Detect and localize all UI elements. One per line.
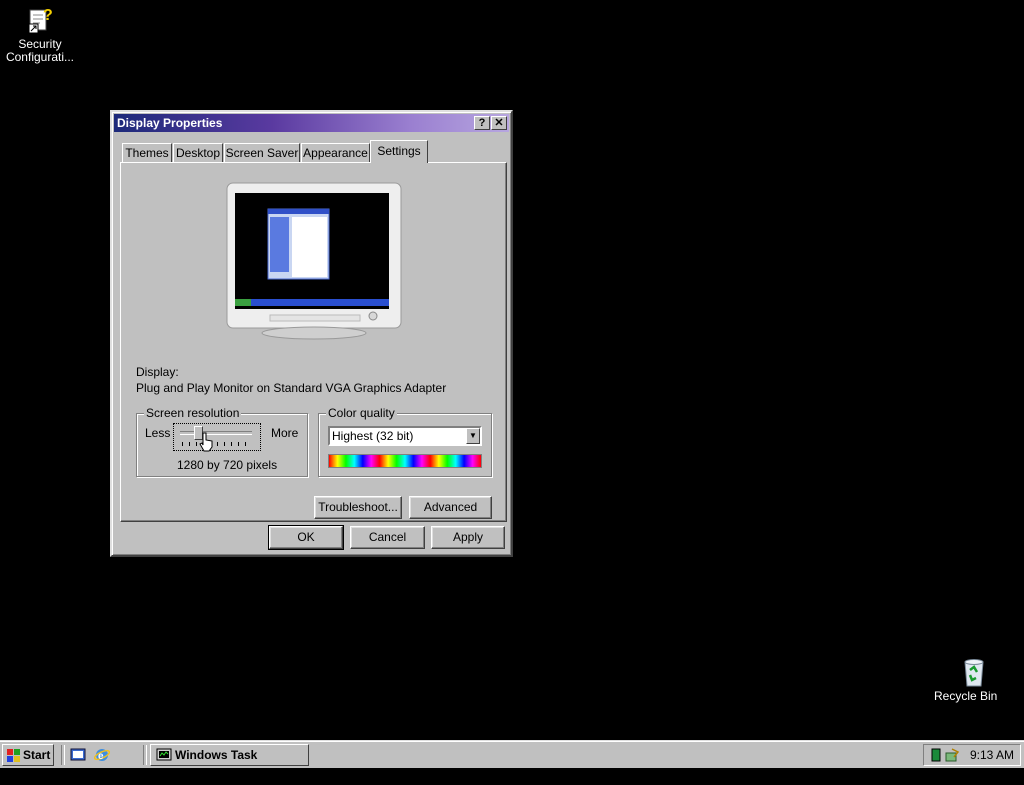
- tab-desktop[interactable]: Desktop: [173, 143, 223, 162]
- task-label: Windows Task Manag...: [175, 748, 258, 782]
- slider-more-label: More: [271, 426, 299, 440]
- color-quality-group: Color quality Highest (32 bit) ▼: [318, 406, 492, 477]
- desktop-icon-security-configuration[interactable]: ? Security Configurati...: [0, 4, 80, 64]
- close-button[interactable]: ✕: [491, 116, 507, 130]
- display-label: Display:: [136, 365, 179, 379]
- desktop-icon-recycle-bin[interactable]: Recycle Bin: [934, 656, 1014, 703]
- desktop-icon-label: Recycle Bin: [934, 689, 998, 703]
- svg-text:?: ?: [43, 7, 53, 24]
- advanced-button[interactable]: Advanced: [409, 496, 492, 519]
- dialog-title: Display Properties: [117, 116, 223, 130]
- slider-less-label: Less: [145, 426, 171, 440]
- settings-tab-panel: Display: Plug and Play Monitor on Standa…: [120, 162, 507, 522]
- quick-launch-separator: [61, 745, 65, 765]
- resolution-value: 1280 by 720 pixels: [177, 458, 278, 472]
- system-tray: 9:13 AM: [923, 744, 1021, 766]
- security-config-shortcut-icon: ?: [28, 7, 53, 34]
- svg-text:e: e: [98, 751, 104, 762]
- taskbar-button-task-manager[interactable]: Windows Task Manag...: [150, 744, 309, 782]
- windows-logo-icon: [7, 749, 20, 762]
- display-adapter-name: Plug and Play Monitor on Standard VGA Gr…: [136, 381, 447, 395]
- chevron-down-icon[interactable]: ▼: [466, 428, 480, 444]
- desktop-icon-label: Security Configurati...: [5, 37, 75, 64]
- tab-appearance[interactable]: Appearance: [301, 143, 370, 162]
- resolution-slider[interactable]: [173, 423, 261, 451]
- monitor-preview: [226, 182, 402, 340]
- tab-settings[interactable]: Settings: [370, 140, 428, 163]
- apply-button[interactable]: Apply: [431, 526, 505, 549]
- task-separator: [143, 745, 147, 765]
- color-spectrum-bar: [328, 454, 482, 468]
- tab-screen-saver[interactable]: Screen Saver: [224, 143, 300, 162]
- dialog-titlebar[interactable]: Display Properties ? ✕: [114, 114, 509, 132]
- start-button[interactable]: Start: [2, 744, 54, 766]
- color-quality-value: Highest (32 bit): [332, 429, 414, 443]
- screen-resolution-legend: Screen resolution: [144, 406, 242, 420]
- slider-ticks: [182, 442, 252, 446]
- internet-explorer-icon: e: [93, 749, 111, 762]
- security-tray-icon[interactable]: [944, 747, 960, 763]
- screen-resolution-group: Screen resolution Less More 1280 by 720 …: [136, 406, 308, 477]
- quick-launch-internet-explorer[interactable]: e: [93, 747, 111, 763]
- tab-themes[interactable]: Themes: [122, 143, 172, 162]
- show-desktop-icon: [70, 748, 86, 761]
- display-properties-dialog: Display Properties ? ✕ Themes Desktop Sc…: [110, 110, 513, 557]
- slider-track: [180, 431, 252, 435]
- quick-launch-show-desktop[interactable]: [70, 747, 86, 763]
- mouse-cursor-icon: [199, 432, 213, 452]
- task-manager-icon: [156, 748, 172, 761]
- start-label: Start: [23, 748, 51, 762]
- cancel-button[interactable]: Cancel: [350, 526, 425, 549]
- help-button[interactable]: ?: [474, 116, 490, 130]
- taskbar: Start e Windows Task Manag... 9:13 AM: [0, 740, 1024, 782]
- help-icon: ?: [478, 117, 486, 129]
- clock[interactable]: 9:13 AM: [970, 748, 1014, 762]
- close-icon: ✕: [494, 117, 504, 129]
- recycle-bin-icon: [964, 659, 984, 687]
- network-icon[interactable]: [930, 748, 942, 762]
- color-quality-select[interactable]: Highest (32 bit) ▼: [328, 426, 482, 446]
- color-quality-legend: Color quality: [326, 406, 397, 420]
- troubleshoot-button[interactable]: Troubleshoot...: [314, 496, 402, 519]
- ok-button[interactable]: OK: [268, 525, 344, 550]
